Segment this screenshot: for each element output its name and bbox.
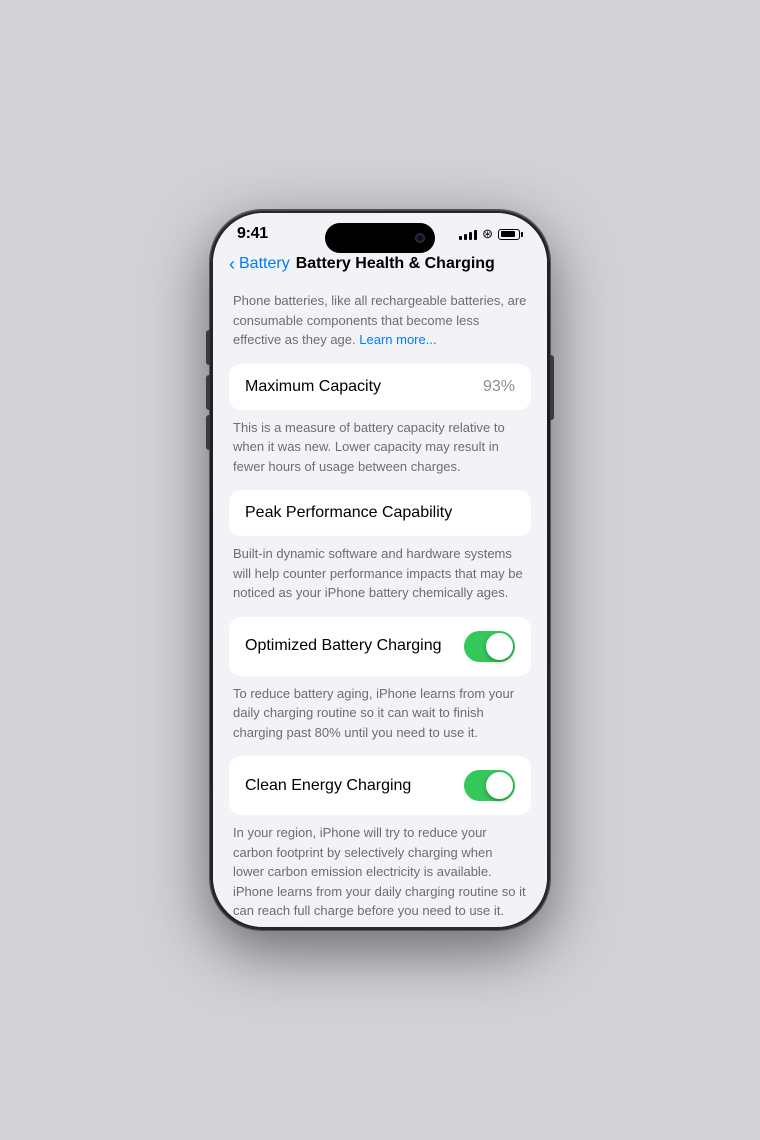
back-button[interactable]: ‹ Battery <box>229 255 290 273</box>
optimized-charging-toggle-thumb <box>486 633 513 660</box>
page-title: Battery Health & Charging <box>296 255 495 273</box>
dynamic-island <box>325 223 435 253</box>
optimized-charging-row: Optimized Battery Charging <box>245 631 515 662</box>
optimized-charging-toggle[interactable] <box>464 631 515 662</box>
maximum-capacity-card: Maximum Capacity 93% <box>229 364 531 410</box>
optimized-charging-description: To reduce battery aging, iPhone learns f… <box>233 684 527 743</box>
maximum-capacity-value: 93% <box>483 378 515 396</box>
clean-energy-toggle-thumb <box>486 772 513 799</box>
maximum-capacity-row: Maximum Capacity 93% <box>245 378 515 396</box>
phone-frame: 9:41 ⊛ <box>210 210 550 930</box>
battery-icon <box>498 229 523 240</box>
clean-energy-toggle[interactable] <box>464 770 515 801</box>
scroll-content[interactable]: Phone batteries, like all rechargeable b… <box>213 281 547 927</box>
clean-energy-card: Clean Energy Charging <box>229 756 531 815</box>
wifi-icon: ⊛ <box>482 226 493 242</box>
back-chevron-icon: ‹ <box>229 255 235 273</box>
status-bar: 9:41 ⊛ <box>213 213 547 249</box>
optimized-charging-label: Optimized Battery Charging <box>245 637 442 655</box>
intro-learn-more-link[interactable]: Learn more... <box>359 332 436 347</box>
island-camera <box>415 233 425 243</box>
peak-performance-card: Peak Performance Capability <box>229 490 531 536</box>
optimized-charging-card: Optimized Battery Charging <box>229 617 531 676</box>
status-time: 9:41 <box>237 225 268 243</box>
back-label: Battery <box>239 255 290 273</box>
optimized-charging-toggle-track[interactable] <box>464 631 515 662</box>
navigation-bar: ‹ Battery Battery Health & Charging <box>213 249 547 281</box>
signal-icon <box>459 228 477 240</box>
maximum-capacity-description: This is a measure of battery capacity re… <box>233 418 527 477</box>
peak-performance-row: Peak Performance Capability <box>245 504 515 522</box>
clean-energy-row: Clean Energy Charging <box>245 770 515 801</box>
maximum-capacity-label: Maximum Capacity <box>245 378 381 396</box>
phone-screen: 9:41 ⊛ <box>213 213 547 927</box>
peak-performance-label: Peak Performance Capability <box>245 504 452 522</box>
clean-energy-label: Clean Energy Charging <box>245 777 411 795</box>
status-icons: ⊛ <box>459 226 523 242</box>
clean-energy-description: In your region, iPhone will try to reduc… <box>233 823 527 927</box>
clean-energy-learn-more-link[interactable]: Learn more... <box>233 923 310 928</box>
peak-performance-description: Built-in dynamic software and hardware s… <box>233 544 527 603</box>
intro-description: Phone batteries, like all rechargeable b… <box>233 291 527 350</box>
clean-energy-toggle-track[interactable] <box>464 770 515 801</box>
